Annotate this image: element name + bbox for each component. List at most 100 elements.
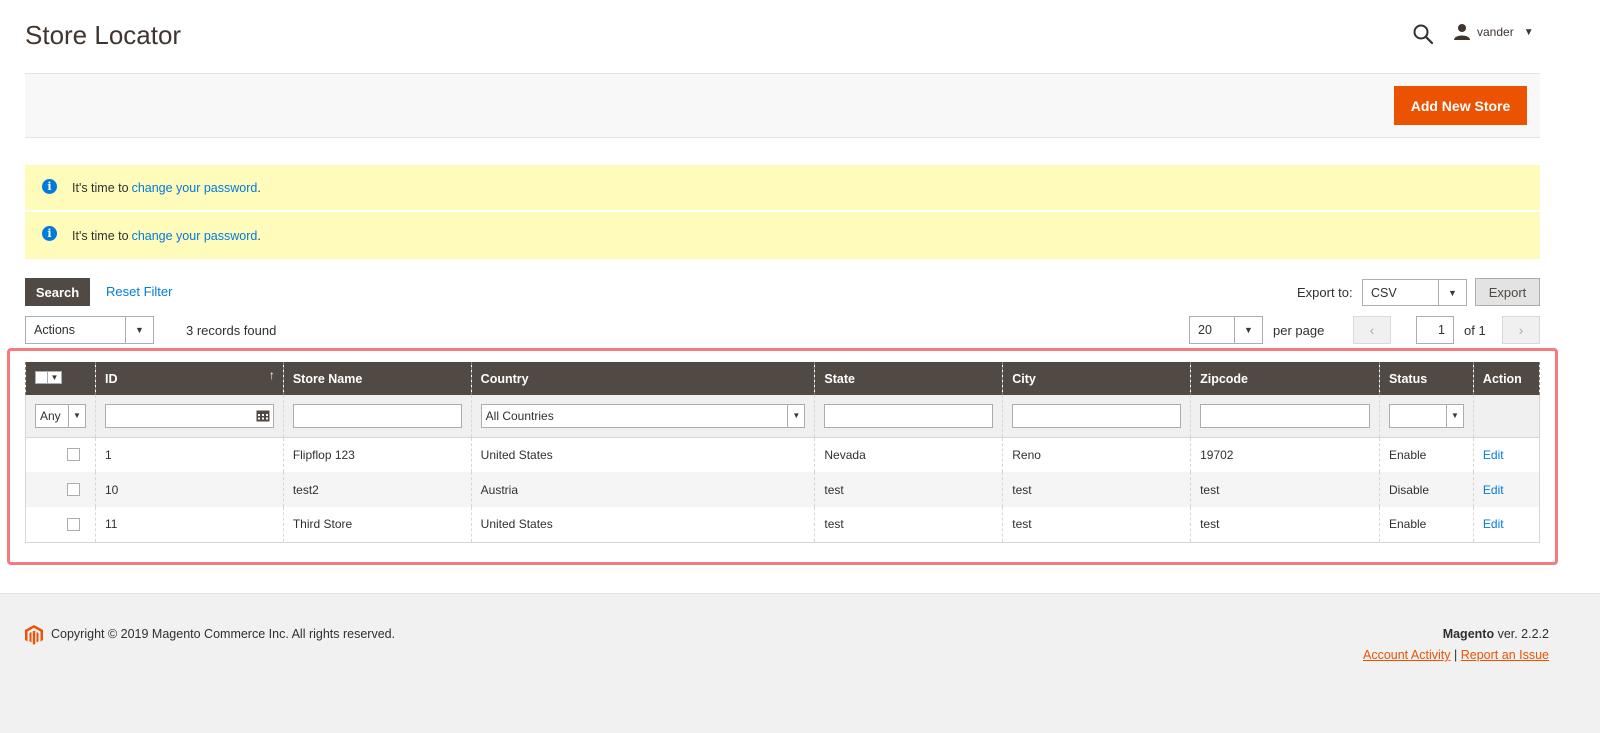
chevron-down-icon: ▼ xyxy=(48,370,62,384)
cell-store-name: test2 xyxy=(282,472,472,507)
message-text: It's time to xyxy=(72,228,129,243)
mass-select-header[interactable]: ▼ xyxy=(25,362,96,395)
mass-select-checkbox[interactable] xyxy=(35,370,48,384)
previous-page-button[interactable]: ‹ xyxy=(1353,316,1391,344)
link-separator: | xyxy=(1454,648,1458,662)
row-checkbox[interactable] xyxy=(67,517,80,531)
current-page-input[interactable] xyxy=(1416,316,1454,344)
chevron-left-icon: ‹ xyxy=(1369,322,1375,338)
next-page-button[interactable]: › xyxy=(1502,316,1540,344)
message-suffix: . xyxy=(257,180,261,195)
cell-zipcode: 19702 xyxy=(1190,437,1380,472)
page-title: Store Locator xyxy=(25,20,182,50)
page-footer: Copyright © 2019 Magento Commerce Inc. A… xyxy=(0,593,1600,733)
account-activity-link[interactable]: Account Activity xyxy=(1363,648,1451,662)
column-header-zipcode[interactable]: Zipcode xyxy=(1190,362,1380,395)
store-name-filter-input[interactable] xyxy=(292,403,462,428)
mass-select-dropdown[interactable]: ▼ xyxy=(35,370,62,384)
notice-message: i It's time to change your password . xyxy=(25,165,1540,212)
cell-city: test xyxy=(1002,472,1192,507)
add-new-store-button[interactable]: Add New Store xyxy=(1394,86,1527,125)
user-menu[interactable]: vander ▼ xyxy=(1453,20,1534,44)
cell-zipcode: test xyxy=(1190,507,1380,542)
footer-links: Account Activity | Report an Issue xyxy=(1363,648,1549,662)
info-icon: i xyxy=(42,179,57,194)
page-header: Store Locator vander ▼ xyxy=(25,0,1540,74)
status-filter-select[interactable]: ▼ xyxy=(1388,403,1464,428)
records-found: 3 records found xyxy=(186,323,277,338)
column-header-id[interactable]: ID ↑ xyxy=(94,362,284,395)
country-filter-select[interactable]: All Countries ▼ xyxy=(480,403,806,428)
search-button[interactable]: Search xyxy=(25,278,90,306)
user-name: vander xyxy=(1477,25,1514,39)
column-label: ID xyxy=(104,371,118,386)
column-header-status[interactable]: Status xyxy=(1378,362,1474,395)
mass-actions-select[interactable]: Actions ▼ xyxy=(25,316,154,344)
sort-ascending-icon: ↑ xyxy=(268,368,275,382)
row-checkbox[interactable] xyxy=(67,448,80,462)
notice-message: i It's time to change your password . xyxy=(25,212,1540,259)
action-filter-empty xyxy=(1472,395,1541,438)
column-header-city[interactable]: City xyxy=(1002,362,1192,395)
edit-link[interactable]: Edit xyxy=(1483,483,1504,497)
per-page-label: per page xyxy=(1273,323,1325,338)
version-text: Magento ver. 2.2.2 xyxy=(1443,627,1549,641)
cell-state: test xyxy=(814,472,1004,507)
cell-state: test xyxy=(814,507,1004,542)
cell-status: Disable xyxy=(1378,472,1474,507)
calendar-icon[interactable] xyxy=(256,409,270,422)
cell-country: United States xyxy=(470,437,816,472)
chevron-down-icon: ▼ xyxy=(1523,26,1534,38)
mass-select-filter[interactable]: Any ▼ xyxy=(35,403,86,428)
chevron-down-icon: ▼ xyxy=(787,404,804,427)
page-actions-bar: Add New Store xyxy=(25,74,1540,138)
cell-country: Austria xyxy=(470,472,816,507)
version-number: ver. 2.2.2 xyxy=(1497,627,1549,641)
cell-zipcode: test xyxy=(1190,472,1380,507)
copyright-text: Copyright © 2019 Magento Commerce Inc. A… xyxy=(51,627,396,641)
table-row: 1 Flipflop 123 United States Nevada Reno… xyxy=(25,437,1541,472)
state-filter-input[interactable] xyxy=(824,403,994,428)
cell-store-name: Third Store xyxy=(282,507,472,542)
edit-link[interactable]: Edit xyxy=(1483,448,1504,462)
cell-store-name: Flipflop 123 xyxy=(282,437,472,472)
country-filter-value: All Countries xyxy=(485,408,554,423)
chevron-down-icon: ▼ xyxy=(1438,280,1466,305)
zipcode-filter-input[interactable] xyxy=(1200,403,1370,428)
export-button[interactable]: Export xyxy=(1475,278,1540,306)
column-header-state[interactable]: State xyxy=(814,362,1004,395)
reset-filter-link[interactable]: Reset Filter xyxy=(106,284,172,299)
cell-country: United States xyxy=(470,507,816,542)
cell-id: 10 xyxy=(94,472,284,507)
per-page-select[interactable]: 20 ▼ xyxy=(1189,316,1263,344)
table-row: 10 test2 Austria test test test Disable … xyxy=(25,472,1541,507)
column-header-store-name[interactable]: Store Name xyxy=(282,362,472,395)
cell-id: 11 xyxy=(94,507,284,542)
cell-id: 1 xyxy=(94,437,284,472)
brand-name: Magento xyxy=(1442,627,1495,641)
change-password-link[interactable]: change your password xyxy=(132,229,258,243)
export-label: Export to: xyxy=(1297,285,1353,300)
message-suffix: . xyxy=(257,228,261,243)
row-checkbox[interactable] xyxy=(67,483,80,496)
page-total: of 1 xyxy=(1464,323,1486,338)
filter-row: Any ▼ All Countries ▼ ▼ xyxy=(25,395,1541,438)
mass-actions-value: Actions xyxy=(34,323,75,337)
message-text: It's time to xyxy=(72,180,129,195)
chevron-down-icon: ▼ xyxy=(1234,317,1262,343)
store-grid: ▼ ID ↑ Store Name Country State City Zipc… xyxy=(25,362,1541,543)
magento-logo-icon xyxy=(25,625,43,645)
export-format-value: CSV xyxy=(1371,285,1397,300)
mass-select-filter-value: Any xyxy=(40,408,61,423)
change-password-link[interactable]: change your password xyxy=(132,181,258,195)
id-filter-input[interactable] xyxy=(104,403,274,428)
chevron-down-icon: ▼ xyxy=(67,404,85,427)
chevron-right-icon: › xyxy=(1518,322,1524,338)
report-issue-link[interactable]: Report an Issue xyxy=(1461,648,1549,662)
export-format-select[interactable]: CSV ▼ xyxy=(1362,279,1467,306)
city-filter-input[interactable] xyxy=(1012,403,1182,428)
chevron-down-icon: ▼ xyxy=(1445,404,1463,427)
column-header-country[interactable]: Country xyxy=(470,362,816,395)
edit-link[interactable]: Edit xyxy=(1483,517,1504,531)
search-icon[interactable] xyxy=(1411,22,1435,46)
